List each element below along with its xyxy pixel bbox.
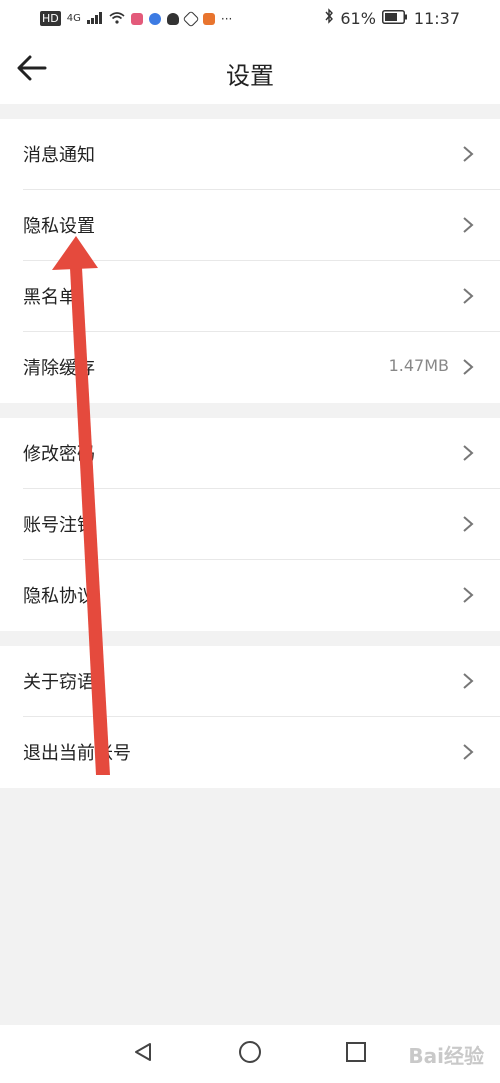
notification-icon-blue [148, 12, 161, 25]
chevron-right-icon [462, 515, 474, 533]
settings-group-2: 修改密码 账号注销 隐私协议 [0, 418, 500, 631]
chevron-right-icon [462, 145, 474, 163]
setting-row-change-password[interactable]: 修改密码 [0, 418, 500, 489]
setting-label: 黑名单 [23, 287, 77, 308]
chevron-right-icon [462, 672, 474, 690]
app-icon-orange [202, 12, 215, 25]
setting-row-account-deletion[interactable]: 账号注销 [0, 489, 500, 560]
chevron-right-icon [462, 216, 474, 234]
setting-row-clear-cache[interactable]: 清除缓存 1.47MB [0, 332, 500, 403]
chevron-right-icon [462, 444, 474, 462]
setting-label: 消息通知 [23, 145, 95, 166]
cache-size-value: 1.47MB [388, 356, 449, 375]
setting-row-logout[interactable]: 退出当前账号 [0, 717, 500, 788]
setting-label: 修改密码 [23, 444, 95, 465]
chevron-right-icon [462, 358, 474, 376]
setting-row-blacklist[interactable]: 黑名单 [0, 261, 500, 332]
clock: 11:37 [413, 8, 460, 28]
setting-row-privacy-settings[interactable]: 隐私设置 [0, 190, 500, 261]
setting-label: 隐私协议 [23, 586, 95, 607]
battery-percent: 61% [340, 8, 376, 28]
nav-home-button[interactable] [235, 1039, 265, 1069]
qq-icon [166, 12, 179, 25]
system-nav-bar: Bai经验 [0, 1025, 500, 1083]
app-icon-outline [182, 10, 200, 27]
status-bar: HD 4G ··· 61% 11:37 [0, 0, 500, 36]
more-indicator: ··· [220, 11, 233, 26]
settings-group-3: 关于窃语 退出当前账号 [0, 646, 500, 788]
hd-badge: HD [40, 11, 61, 26]
setting-label: 隐私设置 [23, 216, 95, 237]
setting-row-about[interactable]: 关于窃语 [0, 646, 500, 717]
watermark: Bai经验 [408, 1044, 484, 1068]
setting-row-privacy-policy[interactable]: 隐私协议 [0, 560, 500, 631]
battery-icon [381, 9, 408, 28]
bluetooth-icon [324, 8, 334, 28]
setting-row-message-notifications[interactable]: 消息通知 [0, 119, 500, 190]
settings-group-1: 消息通知 隐私设置 黑名单 清除缓存 1.47MB [0, 119, 500, 403]
circle-home-icon [238, 1040, 262, 1068]
notification-icon-red [130, 12, 143, 25]
chevron-right-icon [462, 743, 474, 761]
nav-back-button[interactable] [128, 1039, 158, 1069]
setting-label: 关于窃语 [23, 672, 95, 693]
square-recents-icon [345, 1041, 367, 1067]
setting-label: 退出当前账号 [23, 743, 131, 764]
wifi-icon [109, 9, 125, 28]
page-title: 设置 [226, 62, 274, 90]
nav-recents-button[interactable] [341, 1039, 371, 1069]
setting-label: 清除缓存 [23, 358, 95, 379]
chevron-right-icon [462, 287, 474, 305]
chevron-right-icon [462, 586, 474, 604]
signal-label: 4G [66, 13, 81, 24]
setting-label: 账号注销 [23, 515, 95, 536]
app-header: 设置 [0, 36, 500, 104]
signal-icon [86, 9, 103, 28]
triangle-back-icon [132, 1041, 154, 1067]
